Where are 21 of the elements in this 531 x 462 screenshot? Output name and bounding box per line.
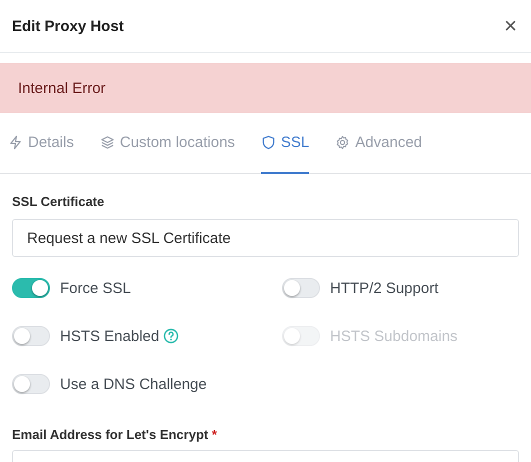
toggle-label: HSTS Enabled [60,328,160,344]
toggle-switch[interactable] [12,278,50,298]
help-icon[interactable] [163,328,180,344]
settings-icon [335,135,350,150]
certificate-select[interactable]: Request a new SSL Certificate [12,219,519,257]
tab[interactable]: Advanced [335,121,422,174]
layers-icon [100,135,115,150]
window-title: Edit Proxy Host [12,18,124,34]
close-button[interactable]: × [502,15,519,37]
tab[interactable]: Custom locations [100,121,235,174]
shield-icon [260,135,276,150]
toggle-label: HTTP/2 Support [330,280,438,296]
lightning-icon [8,135,23,150]
tab[interactable]: Details [8,121,74,174]
toggle-label: Use a DNS Challenge [60,376,207,392]
error-alert: Internal Error [0,63,531,113]
tab[interactable]: SSL [260,121,310,174]
toggle-label: HSTS Subdomains [330,328,458,344]
field-label: Email Address for Let's Encrypt * [12,427,218,442]
field-label: SSL Certificate [12,194,106,209]
toggle-label: Force SSL [60,280,131,296]
